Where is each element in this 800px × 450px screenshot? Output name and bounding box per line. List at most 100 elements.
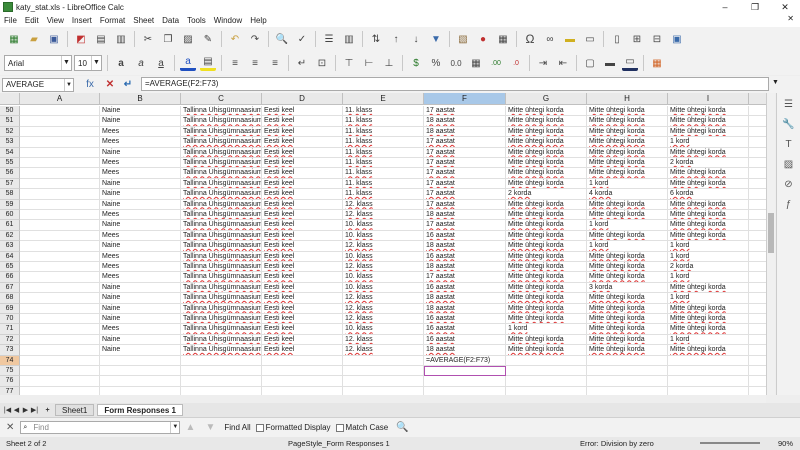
cell[interactable] [749,356,766,366]
cell[interactable] [262,366,343,377]
page-style[interactable]: PageStyle_Form Responses 1 [288,437,390,450]
row-header[interactable]: 55 [0,158,20,169]
date-format-icon[interactable]: ▦ [468,55,484,71]
cell[interactable] [20,158,100,169]
cell[interactable] [749,158,766,169]
cell[interactable] [343,386,424,395]
cell[interactable]: 16 aastat [424,334,506,346]
cell[interactable] [100,386,181,395]
cell[interactable]: Mitte ühtegi korda [506,314,587,325]
cell[interactable] [181,366,262,377]
accept-icon[interactable]: ↵ [120,76,136,92]
cell[interactable]: Mitte ühtegi korda [668,314,749,325]
cell[interactable]: Mitte ühtegi korda [506,230,587,242]
cell[interactable]: Tallinna Ühisgümnaasium [181,210,262,221]
cell[interactable] [262,386,343,395]
cell[interactable]: Tallinna Ühisgümnaasium [181,230,262,242]
cell[interactable]: 18 aastat [424,241,506,252]
cell[interactable]: Mees [100,210,181,221]
cell[interactable] [668,355,749,366]
cell[interactable]: =AVERAGE(F2:F73) [424,355,506,366]
cell[interactable]: Mees [100,262,181,273]
find-next-icon[interactable]: ▼ [202,420,218,436]
cell[interactable]: Mitte ühtegi korda [506,116,587,127]
row-header[interactable]: 68 [0,293,20,304]
column-icon[interactable]: ▥ [341,31,357,47]
row-icon[interactable]: ☰ [321,31,337,47]
row-header[interactable]: 64 [0,251,20,262]
border-color-icon[interactable]: ▭ [622,55,638,71]
cell[interactable]: 17 aastat [424,137,506,148]
cell[interactable]: Eesti keel [262,345,343,356]
cell[interactable]: Mitte ühtegi korda [587,345,668,356]
cell[interactable] [749,366,766,377]
cell[interactable]: Mitte ühtegi korda [506,334,587,346]
cell[interactable]: Eesti keel [262,168,343,179]
cell[interactable]: Mitte ühtegi korda [506,178,587,190]
navigator-icon[interactable]: ⊘ [782,179,796,193]
highlight-color-icon[interactable]: ▤ [200,55,216,71]
cell[interactable]: 18 aastat [424,210,506,221]
conditional-format-icon[interactable]: ▦ [649,55,665,71]
cell[interactable]: 17 aastat [424,178,506,190]
close-find-icon[interactable]: ✕ [6,422,14,433]
cell[interactable] [20,345,100,356]
cell[interactable]: Mitte ühtegi korda [587,126,668,138]
cell[interactable]: 2 korda [668,158,749,169]
column-header-b[interactable]: B [100,93,181,105]
cell[interactable] [262,355,343,366]
row-header[interactable]: 56 [0,168,20,179]
find-replace-icon[interactable]: 🔍 [274,31,290,47]
new-document-icon[interactable]: ▦ [6,31,22,47]
row-header[interactable]: 65 [0,262,20,273]
cell[interactable]: Mitte ühtegi korda [506,158,587,169]
cell[interactable] [20,282,100,294]
row-header[interactable]: 57 [0,178,20,190]
save-icon[interactable]: ▣ [46,31,62,47]
sheet-tab-sheet1[interactable]: Sheet1 [55,404,95,416]
cell[interactable] [587,376,668,387]
last-sheet-icon[interactable]: ▶| [30,406,39,414]
cell[interactable]: Eesti keel [262,334,343,346]
row-header[interactable]: 70 [0,314,20,325]
row-header[interactable]: 67 [0,282,20,294]
cell[interactable]: 12. klass [343,262,424,273]
cell[interactable] [20,168,100,179]
cell[interactable]: Mitte ühtegi korda [587,251,668,262]
cell[interactable]: Mitte ühtegi korda [506,106,587,117]
cell[interactable] [749,137,766,148]
cell[interactable]: Eesti keel [262,324,343,335]
undo-icon[interactable]: ↶ [227,31,243,47]
cell[interactable]: 17 aastat [424,189,506,200]
merge-cells-icon[interactable]: ⊡ [314,55,330,71]
cell[interactable]: Eesti keel [262,158,343,169]
align-right-icon[interactable]: ≡ [267,55,283,71]
cell[interactable] [20,178,100,190]
cell[interactable] [424,386,506,395]
cell[interactable] [20,303,100,314]
cell[interactable]: Naine [100,334,181,346]
cell[interactable]: Naine [100,241,181,252]
next-sheet-icon[interactable]: ▶ [21,406,30,414]
open-folder-icon[interactable]: ▰ [26,31,42,47]
sheet-tab-form-responses[interactable]: Form Responses 1 [97,404,183,416]
cell[interactable]: 11. klass [343,147,424,158]
cell[interactable]: Mitte ühtegi korda [506,199,587,210]
cell[interactable] [749,293,766,304]
border-style-icon[interactable]: ▬ [602,55,618,71]
cell[interactable]: 1 kord [668,241,749,252]
cell[interactable]: 18 aastat [424,126,506,138]
cell[interactable]: Mitte ühtegi korda [668,168,749,179]
align-bottom-icon[interactable]: ⊥ [381,55,397,71]
cell[interactable]: Mitte ühtegi korda [668,345,749,356]
cell[interactable]: 1 kord [506,324,587,335]
close-button[interactable]: ✕ [770,0,800,14]
formula-input[interactable]: =AVERAGE(F2:F73) [141,77,769,91]
chevron-down-icon[interactable]: ▼ [170,422,179,433]
menu-tools[interactable]: Tools [183,16,210,25]
chevron-down-icon[interactable]: ▼ [61,56,71,70]
cell[interactable]: 1 kord [587,220,668,231]
cell[interactable]: 11. klass [343,158,424,169]
cell[interactable]: Tallinna Ühisgümnaasium [181,334,262,346]
cell[interactable] [343,366,424,377]
